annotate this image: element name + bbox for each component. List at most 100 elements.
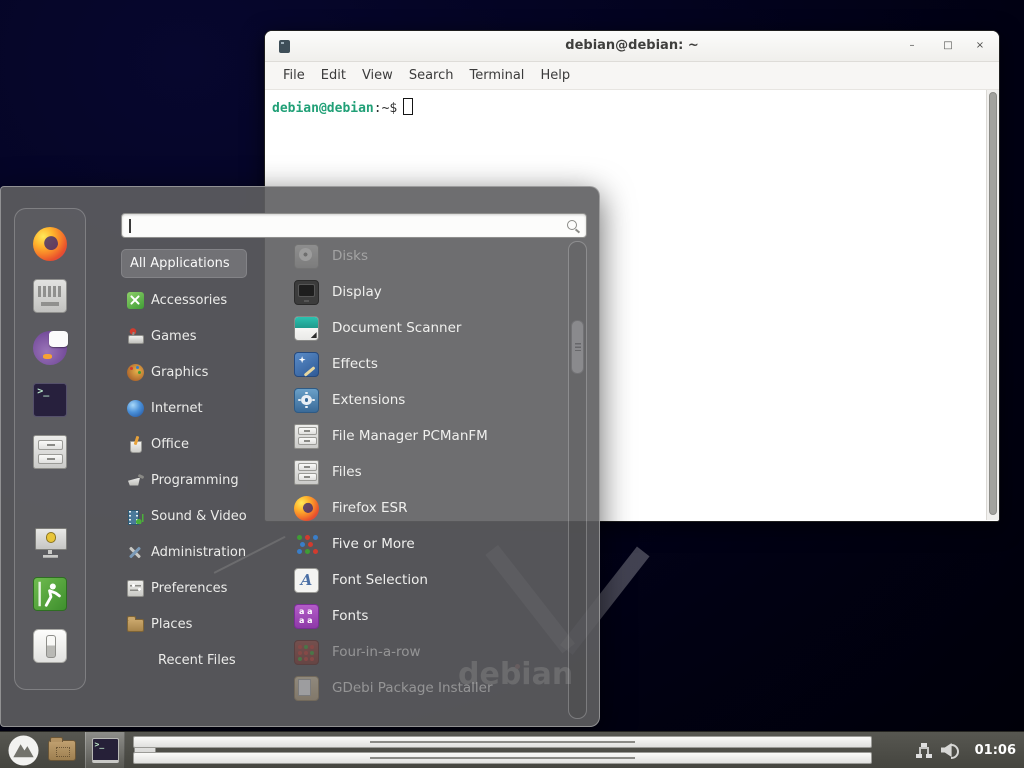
category-graphics[interactable]: Graphics [121,354,279,390]
display-icon [294,280,319,305]
menu-search[interactable]: Search [401,68,462,83]
favorite-terminal-button[interactable] [33,383,67,417]
menu-scrollbar[interactable] [568,241,587,719]
terminal-titlebar[interactable]: debian@debian: ~ – □ × [265,31,999,62]
category-label: Recent Files [158,653,236,668]
file-cabinet-icon [294,424,319,449]
terminal-title: debian@debian: ~ [265,38,999,53]
games-icon [127,328,144,345]
search-icon [567,220,577,230]
menu-edit[interactable]: Edit [313,68,354,83]
category-administration[interactable]: Administration [121,534,279,570]
category-all-applications[interactable]: All Applications [121,249,247,278]
app-item-files[interactable]: Files [284,454,562,490]
favorite-firefox-button[interactable] [33,227,67,261]
app-label: Firefox ESR [332,500,407,516]
app-item-extensions[interactable]: Extensions [284,382,562,418]
app-item-effects[interactable]: Effects [284,346,562,382]
lock-screen-button[interactable] [33,525,67,559]
app-item-font-selection[interactable]: Font Selection [284,562,562,598]
terminal-scrollbar[interactable] [986,90,999,520]
category-preferences[interactable]: Preferences [121,570,279,606]
app-item-document-scanner[interactable]: Document Scanner [284,310,562,346]
app-item-disks: Disks [284,238,562,274]
search-input[interactable] [122,214,586,237]
taskbar-files-button[interactable] [134,737,156,764]
terminal-menubar: File Edit View Search Terminal Help [265,62,999,90]
category-label: Graphics [151,365,208,380]
terminal-icon [92,738,119,763]
category-office[interactable]: Office [121,426,279,462]
prompt-user-host: debian@debian [272,101,374,116]
shut-down-button[interactable] [33,629,67,663]
app-item-fonts[interactable]: Fonts [284,598,562,634]
network-icon[interactable] [916,743,932,758]
menu-button[interactable] [8,735,39,766]
places-folder-icon [127,619,144,632]
app-item-gdebi-package-installer: GDebi Package Installer [284,670,562,706]
app-item-firefox-esr[interactable]: Firefox ESR [284,490,562,526]
firefox-icon [294,496,319,521]
category-label: Internet [151,401,203,416]
app-item-file-manager-pcmanfm[interactable]: File Manager PCManFM [284,418,562,454]
app-label: GDebi Package Installer [332,680,493,696]
category-label: All Applications [130,256,230,271]
app-label: Files [332,464,362,480]
minimize-button[interactable]: – [903,37,921,55]
four-in-a-row-icon [294,640,319,665]
category-label: Games [151,329,196,344]
category-games[interactable]: Games [121,318,279,354]
log-out-button[interactable] [33,577,67,611]
app-label: Disks [332,248,368,264]
menu-view[interactable]: View [354,68,401,83]
taskbar-file-manager-button[interactable] [48,740,76,761]
prompt-path: :~$ [374,101,397,116]
category-sound-video[interactable]: Sound & Video [121,498,279,534]
terminal-cursor [403,98,413,115]
effects-icon [294,352,319,377]
app-label: Display [332,284,382,300]
category-places[interactable]: Places [121,606,279,642]
app-item-display[interactable]: Display [284,274,562,310]
fonts-icon [294,604,319,629]
five-or-more-icon [294,532,319,557]
app-label: Extensions [332,392,405,408]
app-item-five-or-more[interactable]: Five or More [284,526,562,562]
sound-video-icon [127,508,144,525]
category-label: Preferences [151,581,227,596]
taskbar: 01:06 [0,731,1024,768]
favorite-pidgin-button[interactable] [33,331,67,365]
category-label: Places [151,617,192,632]
taskbar-clock[interactable]: 01:06 [975,743,1016,758]
accessories-icon [127,292,144,309]
file-cabinet-icon [294,460,319,485]
application-list: Disks Display Document Scanner Effects E… [284,238,562,706]
terminal-scrollbar-thumb[interactable] [989,92,997,515]
close-button[interactable]: × [971,37,989,55]
gdebi-package-icon [294,676,319,701]
category-internet[interactable]: Internet [121,390,279,426]
favorites-panel [14,208,86,690]
category-list: All Applications Accessories Games Graph… [121,249,279,678]
volume-icon[interactable] [941,742,960,758]
menu-file[interactable]: File [275,68,313,83]
disks-icon [294,244,319,269]
taskbar-terminal-button[interactable] [85,732,125,768]
maximize-button[interactable]: □ [939,37,957,55]
category-recent-files[interactable]: Recent Files [121,642,279,678]
office-icon [127,436,144,453]
graphics-icon [127,364,144,381]
category-accessories[interactable]: Accessories [121,282,279,318]
category-programming[interactable]: Programming [121,462,279,498]
app-label: Four-in-a-row [332,644,421,660]
menu-help[interactable]: Help [532,68,578,83]
programming-icon [127,472,144,489]
menu-scrollbar-thumb[interactable] [571,320,584,374]
app-label: Five or More [332,536,415,552]
category-label: Administration [151,545,246,560]
favorite-keyboard-button[interactable] [33,279,67,313]
app-label: Font Selection [332,572,428,588]
menu-terminal[interactable]: Terminal [461,68,532,83]
administration-tools-icon [127,544,144,561]
favorite-file-manager-button[interactable] [33,435,67,469]
